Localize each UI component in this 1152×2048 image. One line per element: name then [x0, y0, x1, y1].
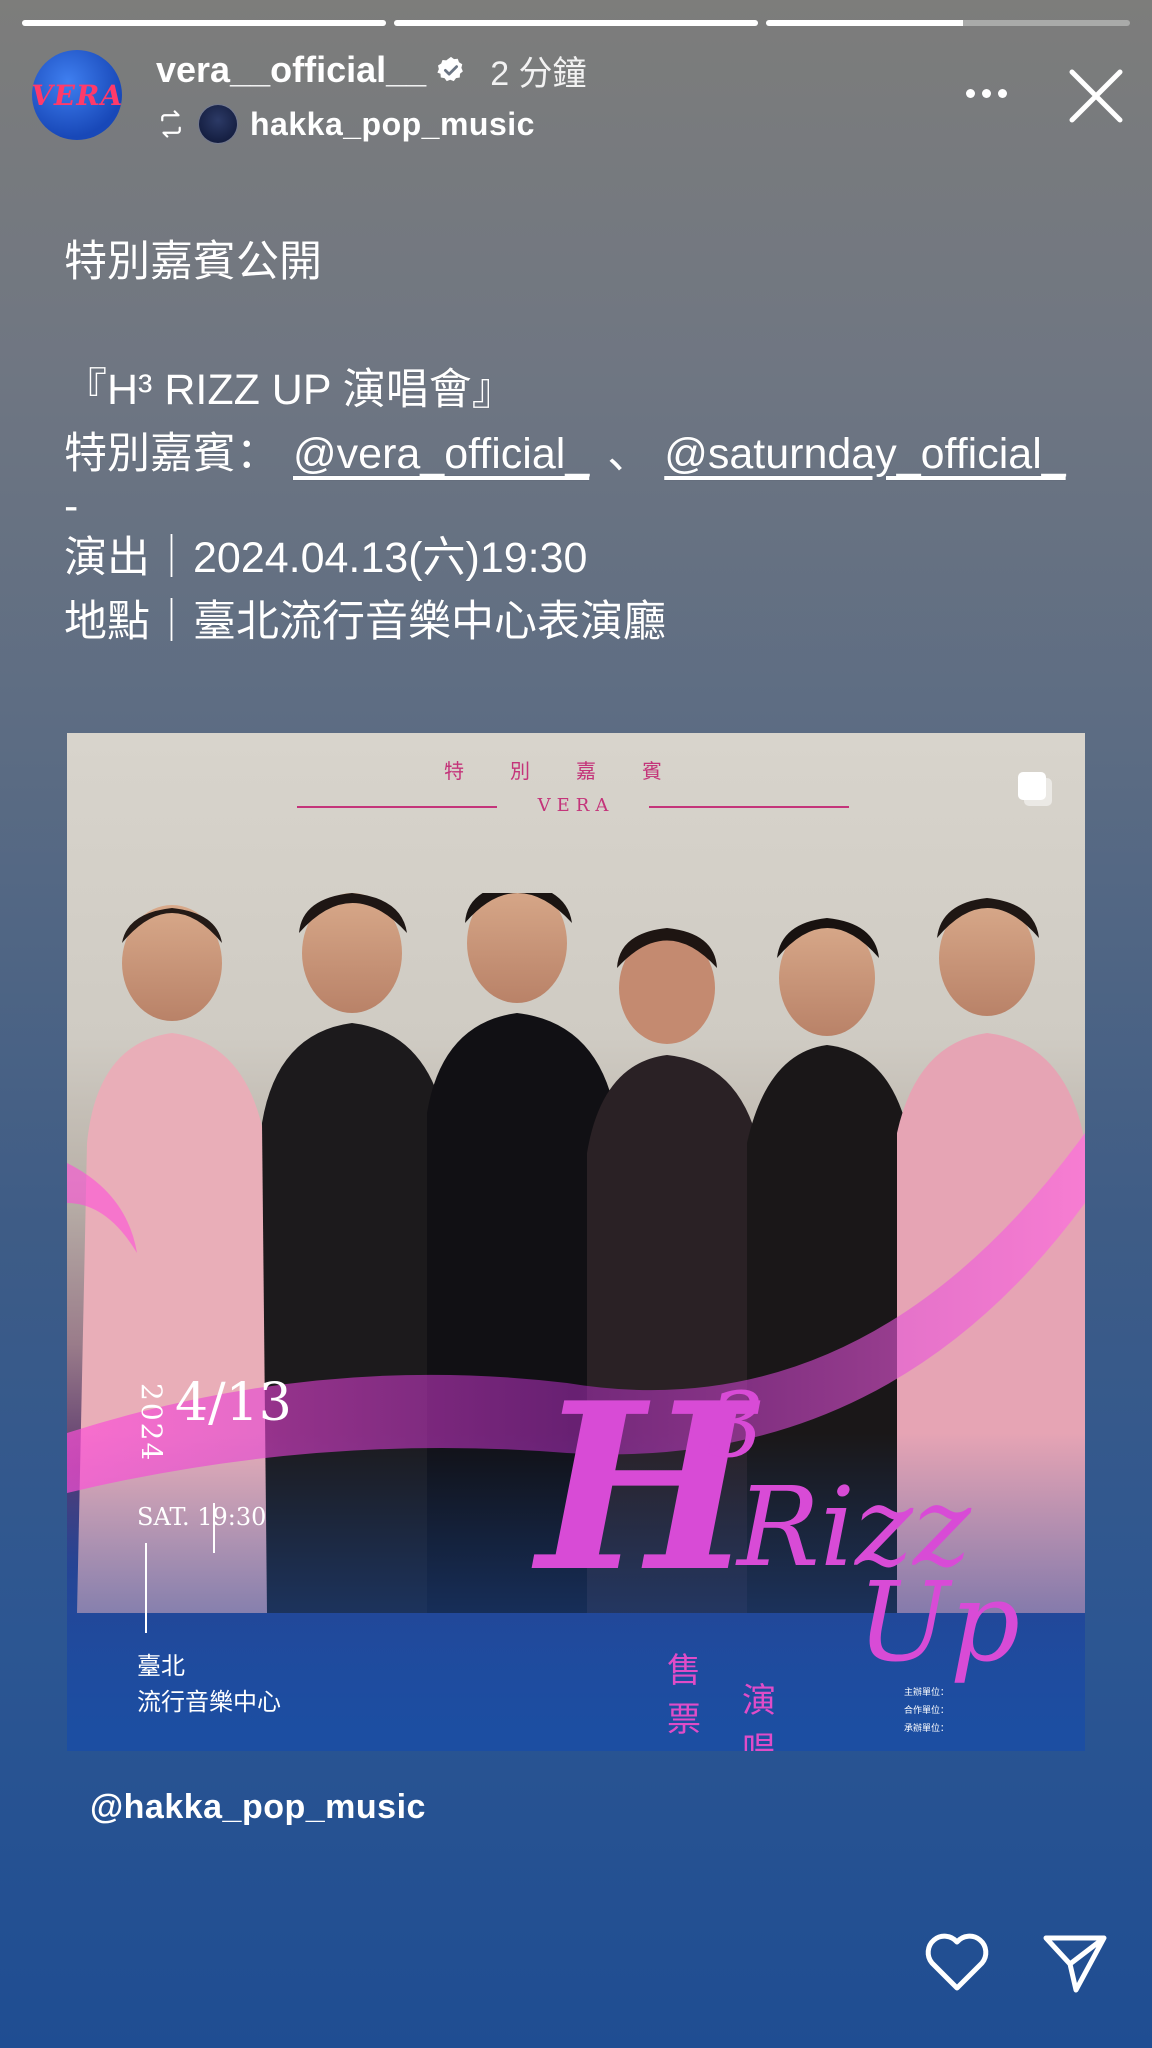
close-icon[interactable] [1066, 66, 1126, 126]
poster-title-concert: 演唱會 [742, 1681, 782, 1751]
send-icon[interactable] [1040, 1930, 1110, 1996]
story-caption: 特別嘉賓公開 『H³ RIZZ UP 演唱會』 特別嘉賓： @vera_offic… [64, 230, 1094, 654]
repost-row[interactable]: hakka_pop_music [156, 102, 535, 146]
poster-title-up: Up [857, 1558, 1021, 1686]
story-progress [22, 20, 1130, 26]
caption-line-2: 『H³ RIZZ UP 演唱會』 [64, 366, 515, 414]
caption-line-5: 演出｜2024.04.13(六)19:30 [64, 534, 588, 582]
heart-icon[interactable] [922, 1928, 992, 1998]
poster-year: 2024 [135, 1383, 168, 1463]
progress-segment-3 [766, 20, 1130, 26]
verified-badge-icon [437, 56, 464, 82]
mention-link-vera[interactable]: @vera_official_ [293, 430, 589, 478]
avatar[interactable]: VERA [32, 50, 122, 140]
poster-date-rule-2 [145, 1543, 147, 1633]
mention-sticker[interactable]: @hakka_pop_music [90, 1788, 426, 1827]
username-row: vera__official__ 2 分鐘 [156, 46, 587, 94]
progress-fill-2 [394, 20, 758, 26]
progress-segment-1 [22, 20, 386, 26]
repost-source-avatar [198, 104, 238, 144]
poster-month-day: 4/13 [175, 1373, 292, 1433]
progress-fill-1 [22, 20, 386, 26]
sponsor-row: 承辦單位： [904, 1723, 950, 1733]
poster-sponsors: 主辦單位： 合作單位： 承辦單位： [904, 1683, 1079, 1737]
progress-segment-2 [394, 20, 758, 26]
caption-line-1: 特別嘉賓公開 [64, 238, 322, 286]
caption-guest-prefix: 特別嘉賓： [64, 430, 279, 478]
sponsor-row: 合作單位： [904, 1705, 950, 1715]
progress-fill-3 [766, 20, 963, 26]
avatar-logo-text: VERA [32, 78, 122, 112]
repost-source-name[interactable]: hakka_pop_music [250, 106, 535, 143]
poster-venue-name: 流行音樂中心 [137, 1688, 281, 1716]
poster-city: 臺北 [137, 1652, 185, 1680]
caption-line-3: 特別嘉賓： @vera_official_ 、 @saturnday_official… [64, 422, 1094, 486]
post-time: 2 分鐘 [490, 54, 587, 93]
poster-title-ticket: 售票 [667, 1651, 707, 1740]
username[interactable]: vera__official__ [156, 49, 426, 91]
mention-link-saturnday[interactable]: @saturnday_official_ [664, 430, 1065, 478]
caption-line-4: - [64, 482, 79, 530]
poster-venue: 臺北 流行音樂中心 [137, 1648, 281, 1720]
sponsor-row: 主辦單位： [904, 1687, 950, 1697]
caption-separator: 、 [607, 430, 651, 478]
caption-line-6: 地點｜臺北流行音樂中心表演廳 [64, 598, 666, 646]
concert-poster[interactable]: 特別嘉賓 VERA 2024 4/13 SAT. 19:30 臺北 流行音樂中心… [67, 733, 1085, 1751]
more-dots-icon[interactable] [962, 78, 1010, 108]
poster-day-time: SAT. 19:30 [137, 1503, 267, 1531]
repost-icon [161, 110, 181, 138]
